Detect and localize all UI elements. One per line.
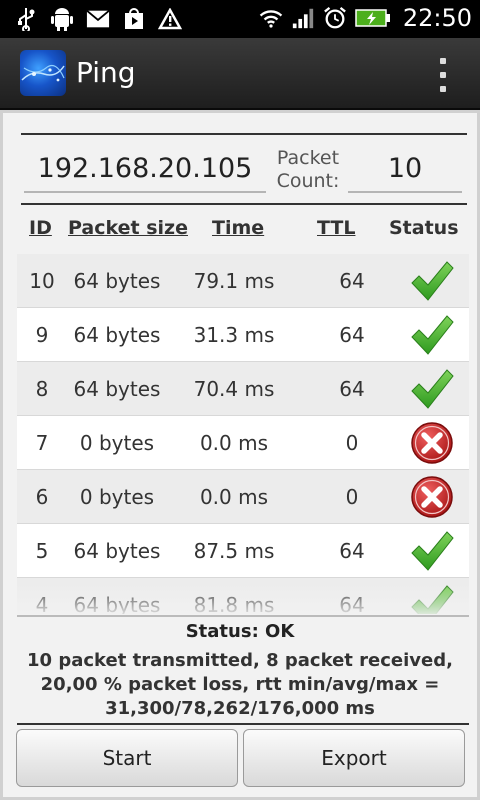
row-ttl: 64 xyxy=(339,539,365,563)
app-title: Ping xyxy=(76,56,136,89)
summary-text: 10 packet transmitted, 8 packet received… xyxy=(27,650,453,719)
error-x-icon xyxy=(409,420,455,466)
table-row[interactable]: 4 64 bytes 81.8 ms 64 xyxy=(17,578,469,614)
header-status: Status xyxy=(389,217,459,239)
row-id: 6 xyxy=(35,485,49,509)
row-ttl: 0 xyxy=(345,485,359,509)
row-time: 0.0 ms xyxy=(199,431,269,455)
row-packet-size: 64 bytes xyxy=(73,323,161,347)
start-button[interactable]: Start xyxy=(16,729,238,787)
wifi-icon xyxy=(259,5,283,31)
divider xyxy=(21,133,467,135)
error-x-icon xyxy=(409,474,455,520)
row-packet-size: 64 bytes xyxy=(73,593,161,614)
row-id: 8 xyxy=(35,377,49,401)
header-packet-size[interactable]: Packet size xyxy=(68,217,188,239)
row-ttl: 0 xyxy=(345,431,359,455)
warning-icon xyxy=(158,6,182,32)
mail-icon xyxy=(86,6,110,32)
row-time: 81.8 ms xyxy=(193,593,275,614)
app-globe-icon xyxy=(20,50,66,96)
divider xyxy=(17,615,469,617)
row-id: 10 xyxy=(29,269,55,293)
divider xyxy=(21,203,467,205)
android-debug-icon xyxy=(50,6,74,32)
alarm-icon xyxy=(323,5,347,31)
host-input[interactable]: 192.168.20.105 xyxy=(24,145,266,193)
row-time: 0.0 ms xyxy=(199,485,269,509)
row-time: 79.1 ms xyxy=(193,269,275,293)
row-time: 70.4 ms xyxy=(193,377,275,401)
packet-count-input[interactable]: 10 xyxy=(348,145,462,193)
usb-icon xyxy=(14,6,38,32)
row-packet-size: 64 bytes xyxy=(73,269,161,293)
row-packet-size: 0 bytes xyxy=(79,485,155,509)
table-header: ID Packet size Time TTL Status xyxy=(3,207,480,253)
row-ttl: 64 xyxy=(339,269,365,293)
success-check-icon xyxy=(409,258,455,304)
row-id: 4 xyxy=(35,593,49,614)
success-check-icon xyxy=(409,582,455,614)
table-row[interactable]: 7 0 bytes 0.0 ms 0 xyxy=(17,416,469,470)
success-check-icon xyxy=(409,366,455,412)
table-row[interactable]: 9 64 bytes 31.3 ms 64 xyxy=(17,308,469,362)
table-row[interactable]: 5 64 bytes 87.5 ms 64 xyxy=(17,524,469,578)
clock-time: 22:50 xyxy=(402,4,472,32)
table-row[interactable]: 10 64 bytes 79.1 ms 64 xyxy=(17,254,469,308)
row-packet-size: 64 bytes xyxy=(73,377,161,401)
row-packet-size: 64 bytes xyxy=(73,539,161,563)
header-time[interactable]: Time xyxy=(212,217,264,239)
row-ttl: 64 xyxy=(339,323,365,347)
header-id[interactable]: ID xyxy=(29,217,52,239)
table-row[interactable]: 6 0 bytes 0.0 ms 0 xyxy=(17,470,469,524)
ping-panel: 192.168.20.105 Packet Count: 10 ID Packe… xyxy=(0,110,480,800)
play-store-icon xyxy=(122,6,146,32)
signal-icon xyxy=(291,5,315,31)
input-row: 192.168.20.105 Packet Count: 10 xyxy=(3,137,480,197)
row-time: 31.3 ms xyxy=(193,323,275,347)
row-id: 9 xyxy=(35,323,49,347)
action-bar: Ping xyxy=(0,38,480,110)
row-id: 7 xyxy=(35,431,49,455)
results-list[interactable]: 10 64 bytes 79.1 ms 64 9 64 bytes 31.3 ms 64 8 64… xyxy=(17,254,469,614)
success-check-icon xyxy=(409,528,455,574)
row-time: 87.5 ms xyxy=(193,539,275,563)
status-bar: 22:50 xyxy=(0,0,480,38)
battery-charging-icon xyxy=(355,5,391,31)
export-button[interactable]: Export xyxy=(243,729,465,787)
row-id: 5 xyxy=(35,539,49,563)
table-row[interactable]: 8 64 bytes 70.4 ms 64 xyxy=(17,362,469,416)
row-ttl: 64 xyxy=(339,593,365,614)
row-packet-size: 0 bytes xyxy=(79,431,155,455)
header-ttl[interactable]: TTL xyxy=(317,217,355,239)
status-text: Status: OK xyxy=(185,621,295,642)
overflow-menu-icon[interactable] xyxy=(436,58,450,92)
success-check-icon xyxy=(409,312,455,358)
packet-count-label: Packet Count: xyxy=(276,147,340,192)
divider xyxy=(17,723,469,725)
row-ttl: 64 xyxy=(339,377,365,401)
